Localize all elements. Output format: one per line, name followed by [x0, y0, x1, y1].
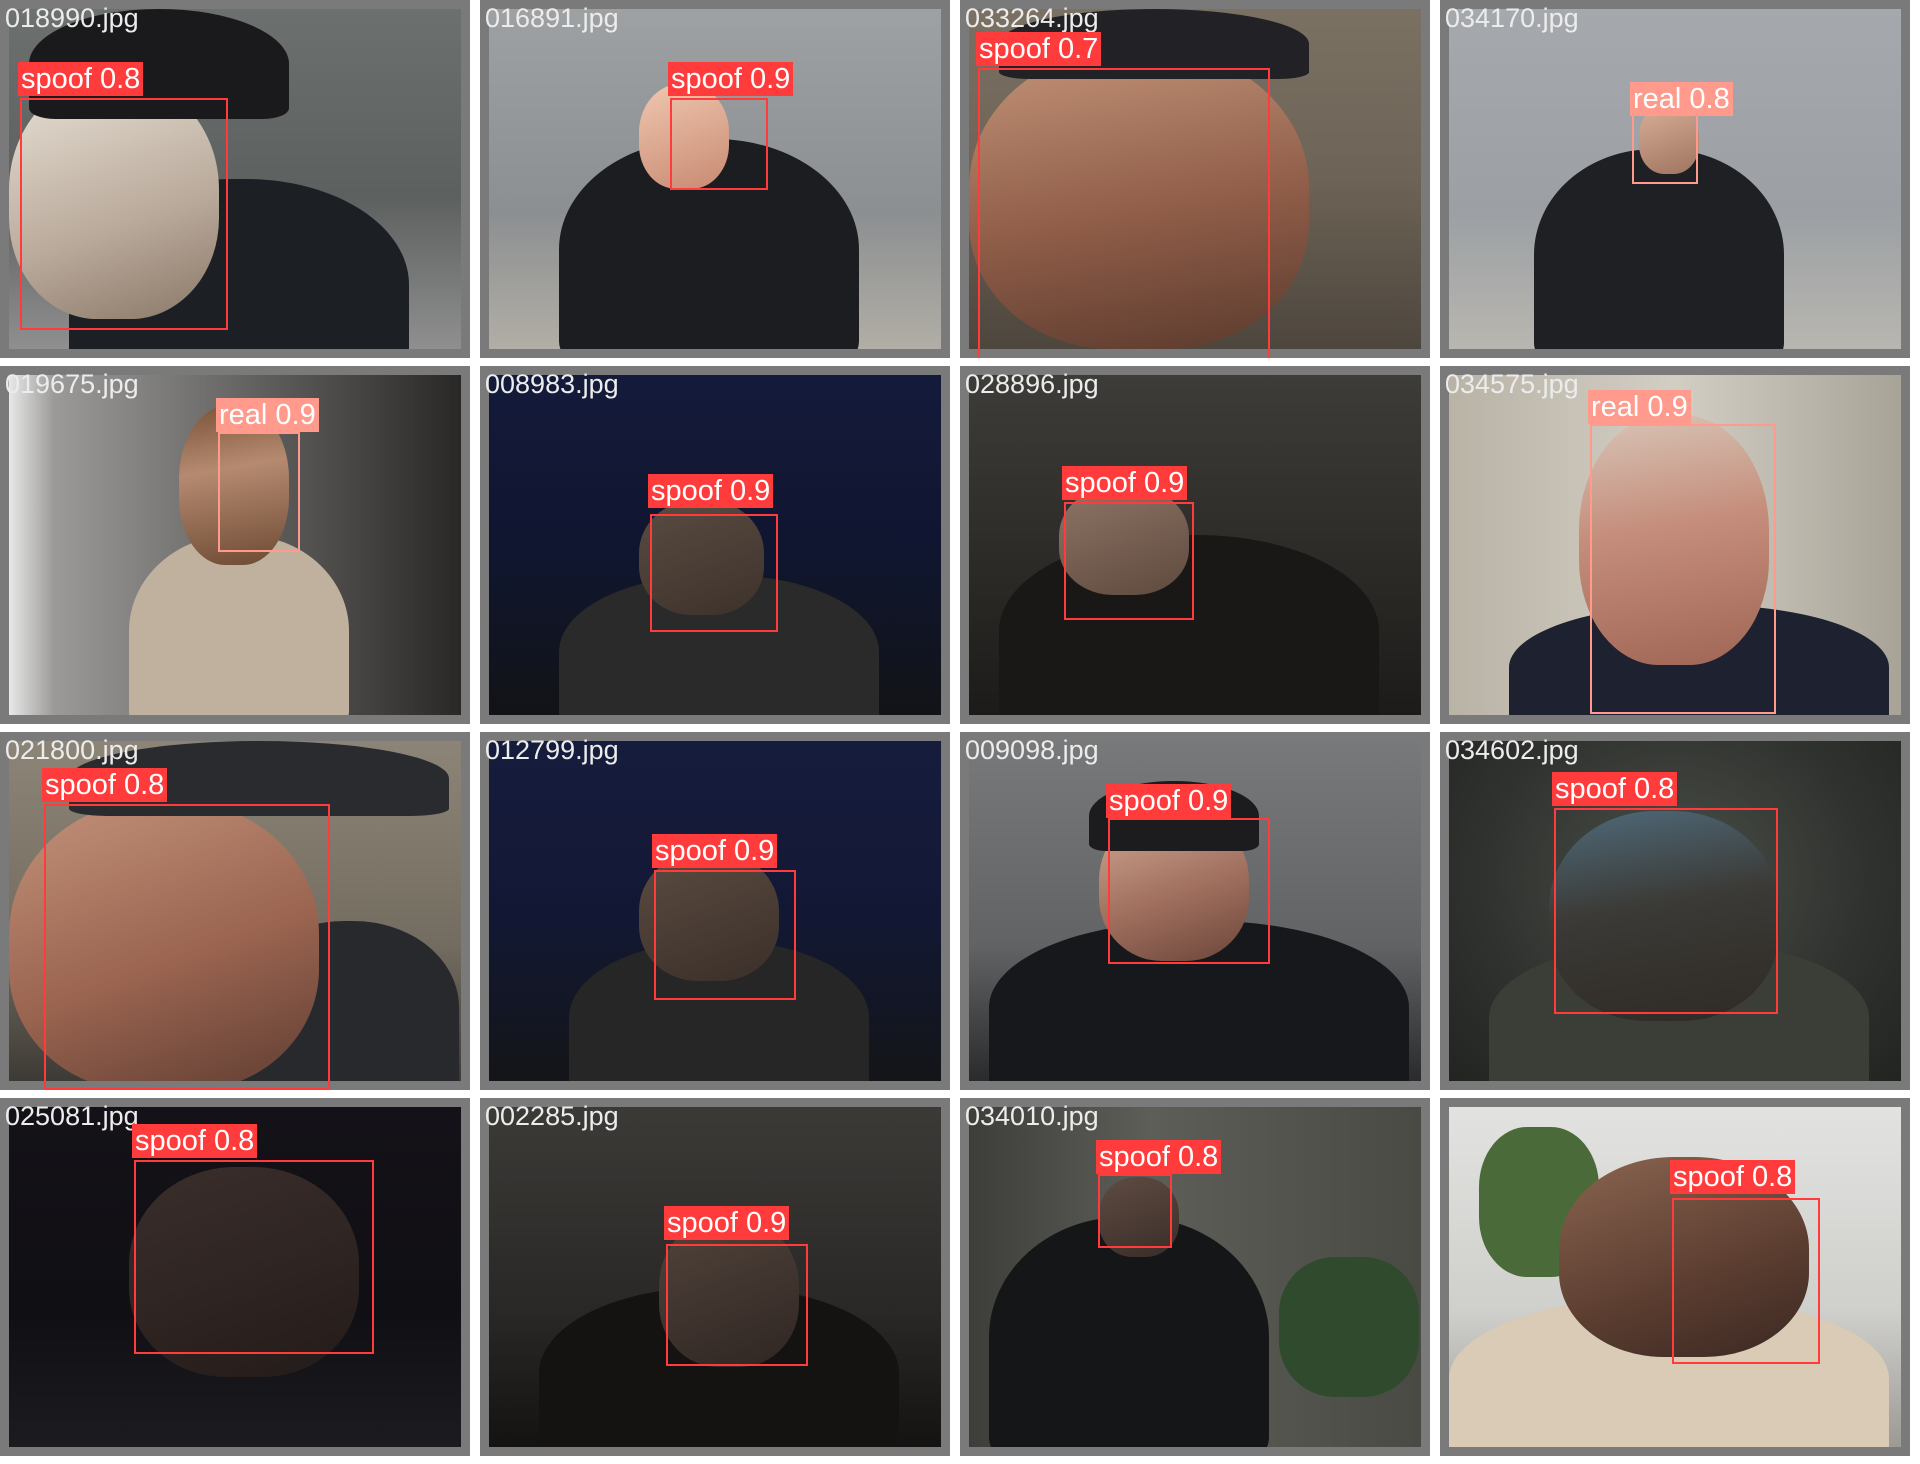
file-name: 025081.jpg: [5, 1101, 139, 1131]
file-name: 034170.jpg: [1445, 3, 1579, 33]
detection-box: [1554, 808, 1778, 1014]
file-name: 034575.jpg: [1445, 369, 1579, 399]
detection-box: [1590, 424, 1776, 714]
detection-label: spoof 0.8: [18, 62, 144, 96]
detection-box: [218, 432, 300, 552]
tile-034575: 034575.jpg real 0.9: [1440, 366, 1910, 724]
detection-label: spoof 0.9: [1106, 784, 1232, 818]
detection-box: [666, 1244, 808, 1366]
detection-mosaic: 018990.jpg spoof 0.8 016891.jpg spoof 0.…: [0, 0, 1920, 1464]
detection-label: spoof 0.8: [132, 1124, 258, 1158]
file-name: 009098.jpg: [965, 735, 1099, 765]
tile-034170: 034170.jpg real 0.8: [1440, 0, 1910, 358]
tile-019675: 019675.jpg real 0.9: [0, 366, 470, 724]
tile-025081: 025081.jpg spoof 0.8: [0, 1098, 470, 1456]
tile-034010: 034010.jpg spoof 0.8: [960, 1098, 1430, 1456]
tile-012799: 012799.jpg spoof 0.9: [480, 732, 950, 1090]
detection-label: spoof 0.9: [664, 1206, 790, 1240]
detection-label: real 0.9: [216, 398, 319, 432]
detection-box: [134, 1160, 374, 1354]
file-name: 016891.jpg: [485, 3, 619, 33]
detection-box: [1672, 1198, 1820, 1364]
detection-label: spoof 0.9: [648, 474, 774, 508]
detection-label: spoof 0.8: [1096, 1140, 1222, 1174]
detection-label: spoof 0.9: [1062, 466, 1188, 500]
detection-label: spoof 0.8: [1670, 1160, 1796, 1194]
detection-label: real 0.9: [1588, 390, 1691, 424]
detection-box: [1064, 502, 1194, 620]
tile-033264: 033264.jpg spoof 0.7: [960, 0, 1430, 358]
tile-008983: 008983.jpg spoof 0.9: [480, 366, 950, 724]
detection-label: spoof 0.8: [42, 768, 168, 802]
detection-box: [654, 870, 796, 1000]
detection-label: spoof 0.9: [668, 62, 794, 96]
detection-box: [670, 98, 768, 190]
file-name: 034602.jpg: [1445, 735, 1579, 765]
tile-016891: 016891.jpg spoof 0.9: [480, 0, 950, 358]
detection-box: [1098, 1174, 1172, 1248]
file-name: 019675.jpg: [5, 369, 139, 399]
file-name: 002285.jpg: [485, 1101, 619, 1131]
detection-box: [44, 804, 330, 1090]
tile-last: spoof 0.8: [1440, 1098, 1910, 1456]
tile-021800: 021800.jpg spoof 0.8: [0, 732, 470, 1090]
tile-002285: 002285.jpg spoof 0.9: [480, 1098, 950, 1456]
file-name: 012799.jpg: [485, 735, 619, 765]
detection-box: [1108, 818, 1270, 964]
detection-label: spoof 0.8: [1552, 772, 1678, 806]
file-name: 021800.jpg: [5, 735, 139, 765]
detection-label: spoof 0.7: [976, 32, 1102, 66]
photo: [969, 375, 1421, 715]
file-name: 018990.jpg: [5, 3, 139, 33]
detection-box: [978, 68, 1270, 358]
file-name: 008983.jpg: [485, 369, 619, 399]
tile-028896: 028896.jpg spoof 0.9: [960, 366, 1430, 724]
detection-label: spoof 0.9: [652, 834, 778, 868]
tile-009098: 009098.jpg spoof 0.9: [960, 732, 1430, 1090]
file-name: 028896.jpg: [965, 369, 1099, 399]
tile-034602: 034602.jpg spoof 0.8: [1440, 732, 1910, 1090]
detection-box: [20, 98, 228, 330]
tile-018990: 018990.jpg spoof 0.8: [0, 0, 470, 358]
detection-label: real 0.8: [1630, 82, 1733, 116]
plant: [1279, 1257, 1419, 1397]
file-name: 034010.jpg: [965, 1101, 1099, 1131]
detection-box: [1632, 112, 1698, 184]
detection-box: [650, 514, 778, 632]
file-name: 033264.jpg: [965, 3, 1099, 33]
